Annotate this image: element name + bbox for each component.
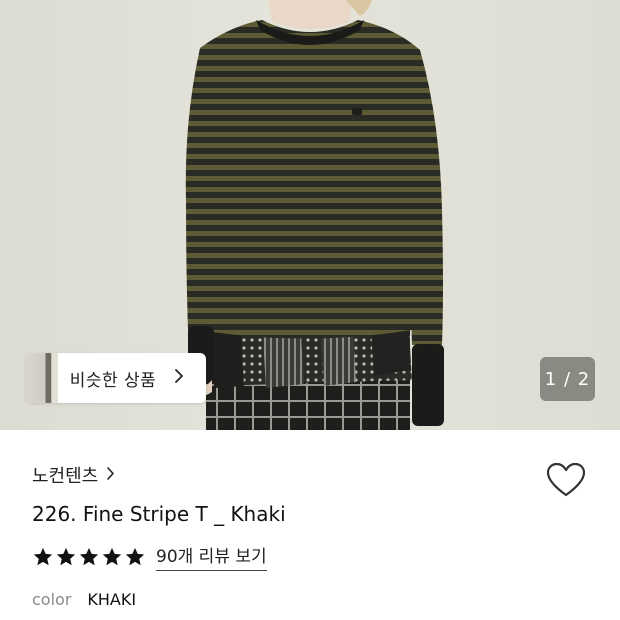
similar-products-button[interactable]: 비슷한 상품: [26, 353, 206, 403]
chevron-right-icon: [174, 368, 184, 389]
product-title: 226. Fine Stripe T _ Khaki: [32, 502, 286, 526]
star-filled-icon: [125, 547, 145, 565]
image-counter-separator: /: [557, 368, 578, 390]
rating-row: 90개 리뷰 보기: [32, 542, 267, 571]
reviews-link[interactable]: 90개 리뷰 보기: [156, 542, 267, 571]
brand-link[interactable]: 노컨텐츠: [32, 462, 115, 488]
similar-products-label: 비슷한 상품: [69, 370, 157, 391]
image-counter-current: 1: [544, 368, 558, 390]
similar-products-thumbnail: [26, 353, 58, 403]
image-counter-total: 2: [577, 368, 591, 390]
wishlist-heart-icon[interactable]: [546, 462, 586, 498]
chevron-right-icon: [106, 465, 115, 486]
selected-option: color KHAKI: [32, 590, 136, 609]
option-label: color: [32, 590, 72, 609]
star-filled-icon: [56, 547, 76, 565]
image-counter-badge: 1 / 2: [540, 357, 595, 401]
star-filled-icon: [79, 547, 99, 565]
brand-name: 노컨텐츠: [32, 466, 99, 487]
option-value: KHAKI: [87, 590, 137, 609]
rating-stars: [32, 546, 146, 568]
star-filled-icon: [102, 547, 122, 565]
star-filled-icon: [33, 547, 53, 565]
product-image-gallery[interactable]: 비슷한 상품 1 / 2: [0, 0, 620, 430]
